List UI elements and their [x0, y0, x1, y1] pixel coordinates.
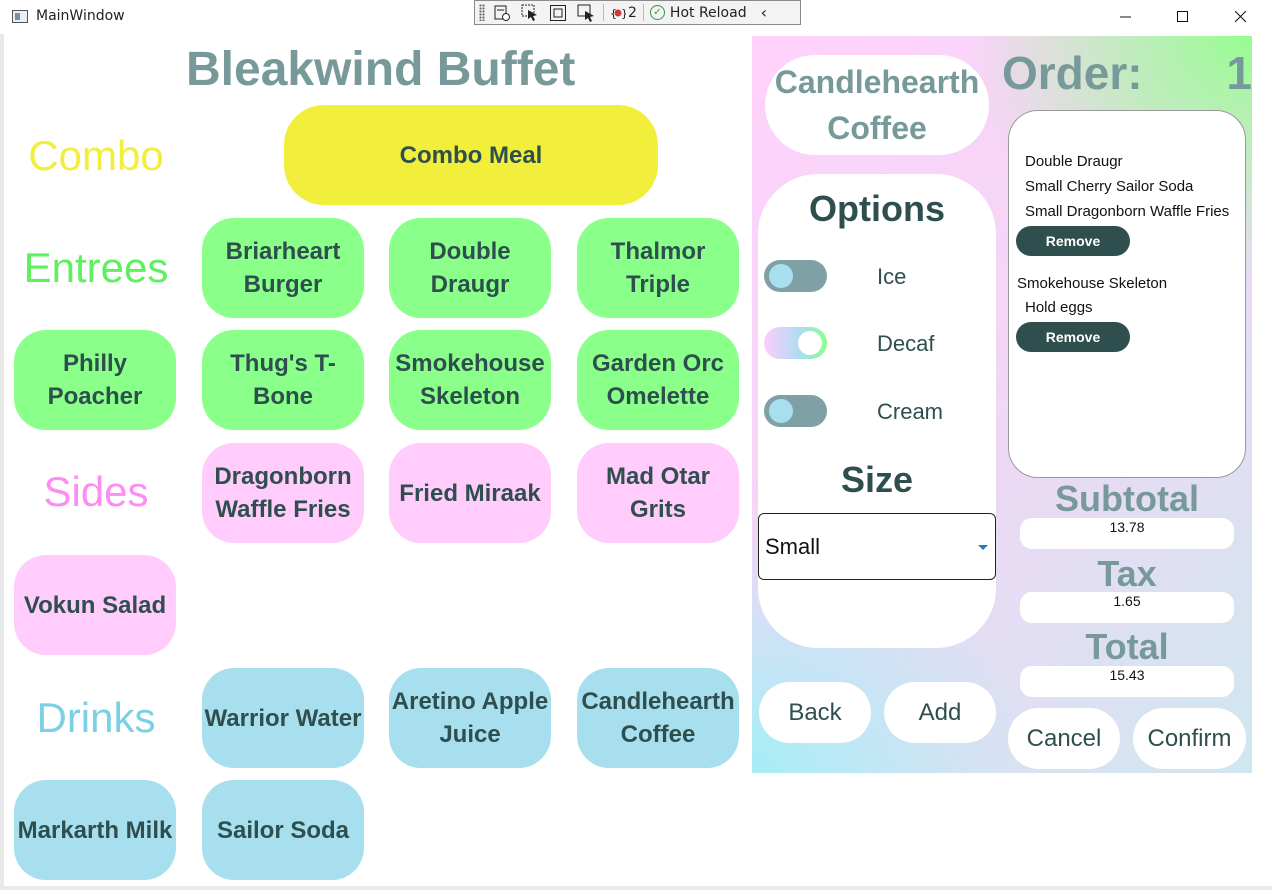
confirm-button[interactable]: Confirm — [1133, 708, 1246, 769]
tax-value: 1.65 — [1020, 592, 1234, 623]
smokehouse-skeleton-button[interactable]: Smokehouse Skeleton — [389, 330, 551, 430]
binding-failure-count: 2 — [628, 4, 637, 21]
size-selected-value: Small — [765, 533, 821, 559]
warrior-water-button[interactable]: Warrior Water — [202, 668, 364, 768]
briarheart-burger-button[interactable]: Briarheart Burger — [202, 218, 364, 318]
category-sides-label: Sides — [43, 468, 149, 515]
track-focus-icon[interactable] — [575, 4, 597, 22]
remove-item-button[interactable]: Remove — [1016, 322, 1130, 352]
total-label: Total — [1085, 626, 1169, 667]
order-header: Order: 1 — [1002, 46, 1252, 106]
combo-line: Small Dragonborn Waffle Fries — [1025, 203, 1230, 220]
toggle-knob — [769, 399, 793, 423]
select-element-icon[interactable] — [519, 4, 541, 22]
cream-option-label: Cream — [877, 399, 944, 424]
category-entrees-label: Entrees — [23, 244, 169, 291]
aretino-apple-juice-button[interactable]: Aretino Apple Juice — [389, 668, 551, 768]
toolbar-grip[interactable] — [479, 4, 485, 21]
close-icon — [1235, 11, 1247, 23]
decaf-option-label: Decaf — [877, 331, 935, 356]
ice-toggle[interactable] — [764, 260, 827, 292]
order-number: 1 — [1226, 47, 1252, 99]
subtotal-label: Subtotal — [1055, 478, 1199, 519]
add-button[interactable]: Add — [884, 682, 996, 743]
double-draugr-button[interactable]: Double Draugr — [389, 218, 551, 318]
minimize-icon — [1120, 16, 1131, 18]
order-item-name: Smokehouse Skeleton — [1017, 275, 1168, 292]
selected-item-name: Candlehearth Coffee — [765, 55, 989, 155]
thugs-t-bone-button[interactable]: Thug's T-Bone — [202, 330, 364, 430]
display-layout-adorners-icon[interactable] — [547, 4, 569, 22]
fried-miraak-button[interactable]: Fried Miraak — [389, 443, 551, 543]
total-value: 15.43 — [1020, 666, 1234, 697]
hot-reload-label: Hot Reload — [669, 4, 747, 21]
dragonborn-waffle-fries-button[interactable]: Dragonborn Waffle Fries — [202, 443, 364, 543]
minimize-button[interactable] — [1098, 0, 1154, 34]
markarth-milk-button[interactable]: Markarth Milk — [14, 780, 176, 880]
combo-meal-button[interactable]: Combo Meal — [284, 105, 658, 205]
subtotal-value: 13.78 — [1020, 518, 1234, 549]
candlehearth-coffee-button[interactable]: Candlehearth Coffee — [577, 668, 739, 768]
decaf-toggle[interactable] — [764, 327, 827, 359]
app-window-icon — [12, 10, 28, 23]
sailor-soda-button[interactable]: Sailor Soda — [202, 780, 364, 880]
thalmor-triple-button[interactable]: Thalmor Triple — [577, 218, 739, 318]
size-title: Size — [840, 459, 914, 500]
philly-poacher-button[interactable]: Philly Poacher — [14, 330, 176, 430]
toggle-knob — [769, 264, 793, 288]
ice-option-label: Ice — [877, 264, 907, 289]
category-drinks-label: Drinks — [36, 694, 156, 741]
toggle-knob — [798, 331, 822, 355]
toolbar-separator — [642, 4, 644, 21]
cream-toggle[interactable] — [764, 395, 827, 427]
hot-reload-button[interactable]: ✓ Hot Reload — [649, 4, 747, 21]
svg-text:}: } — [621, 7, 626, 20]
maximize-icon — [1177, 11, 1188, 22]
order-title: Order: — [1002, 47, 1143, 99]
binding-failures-indicator[interactable]: {} 2 — [610, 5, 637, 21]
category-combo-label: Combo — [28, 132, 164, 179]
cancel-button[interactable]: Cancel — [1008, 708, 1120, 769]
combo-line: Double Draugr — [1025, 153, 1123, 170]
window-border — [0, 886, 1272, 890]
collapse-toolbar-chevron-icon[interactable]: ‹ — [761, 3, 767, 22]
dropdown-arrow-icon — [978, 545, 988, 550]
size-select[interactable]: Small — [758, 513, 996, 580]
back-button[interactable]: Back — [759, 682, 871, 743]
options-title: Options — [809, 188, 945, 229]
binding-failure-icon: {} — [610, 7, 626, 20]
vokun-salad-button[interactable]: Vokun Salad — [14, 555, 176, 655]
close-button[interactable] — [1213, 0, 1269, 34]
debug-toolbar: {} 2 ✓ Hot Reload ‹ — [474, 0, 801, 25]
garden-orc-omelette-button[interactable]: Garden Orc Omelette — [577, 330, 739, 430]
order-item-special: Hold eggs — [1025, 299, 1093, 316]
hot-reload-check-icon: ✓ — [649, 5, 665, 20]
live-visual-tree-icon[interactable] — [491, 4, 513, 22]
tax-label: Tax — [1097, 553, 1157, 594]
combo-line: Small Cherry Sailor Soda — [1025, 178, 1194, 195]
toolbar-separator — [603, 4, 604, 21]
app-title: Bleakwind Buffet — [186, 43, 576, 96]
mad-otar-grits-button[interactable]: Mad Otar Grits — [577, 443, 739, 543]
window-title: MainWindow — [36, 8, 125, 24]
remove-combo-button[interactable]: Remove — [1016, 226, 1130, 256]
maximize-button[interactable] — [1155, 0, 1211, 34]
